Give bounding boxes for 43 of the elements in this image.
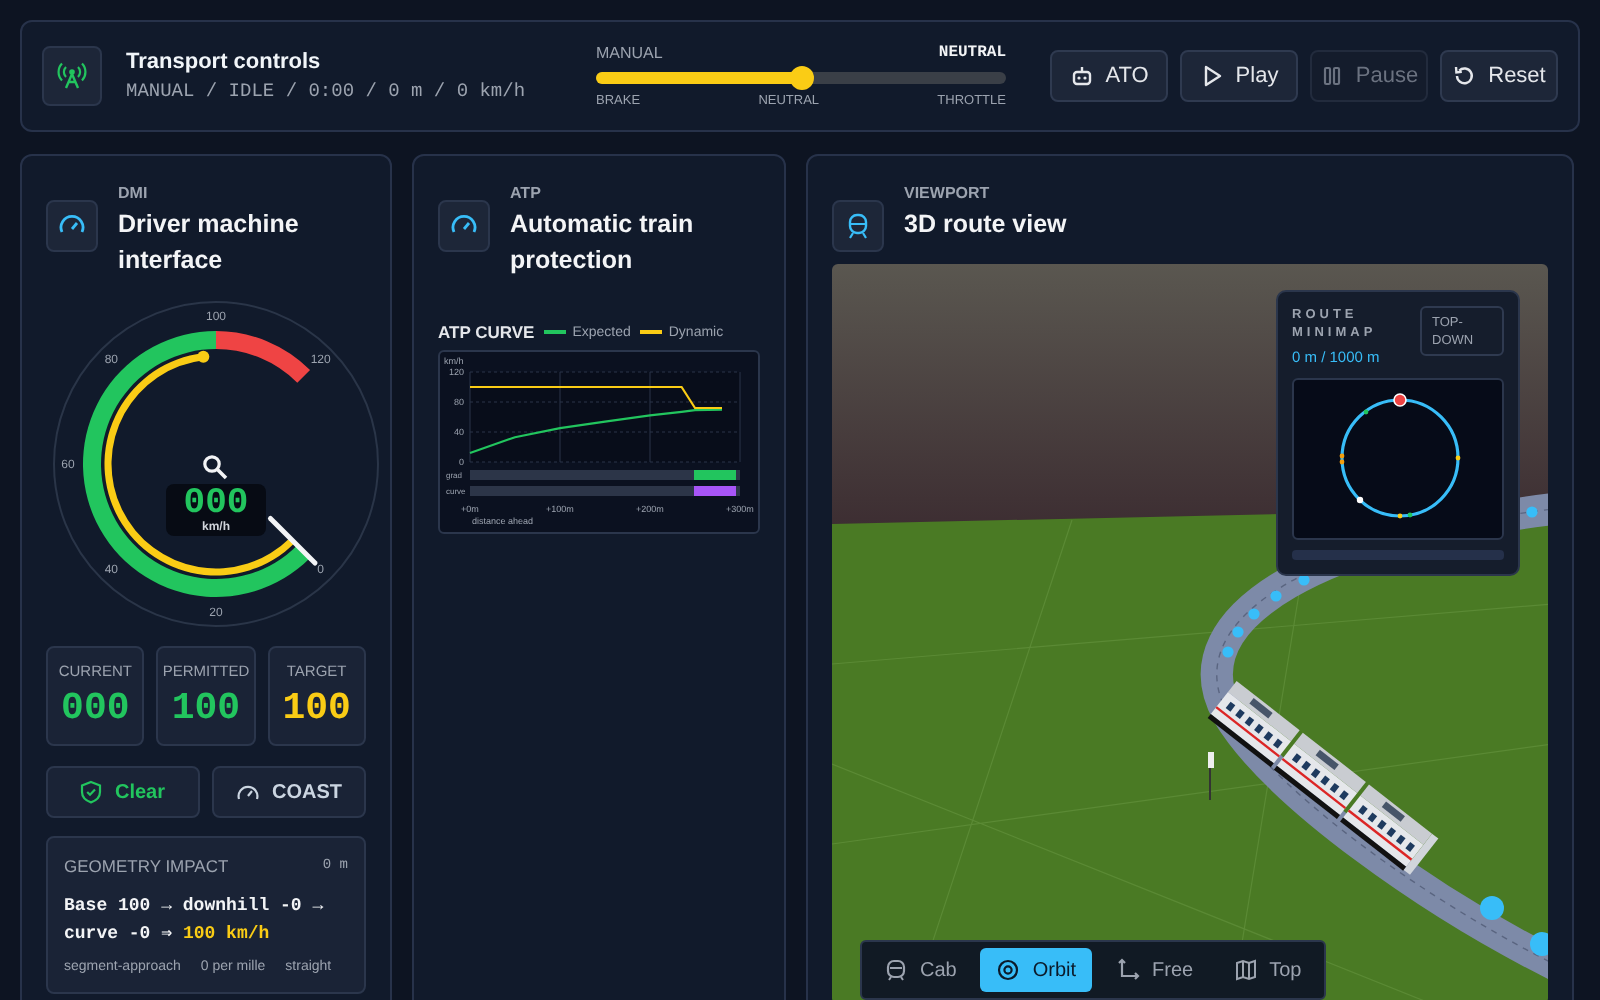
play-button[interactable]: Play <box>1180 50 1298 102</box>
tile-value: 100 <box>282 686 351 730</box>
camera-tab[interactable]: Free <box>1100 948 1210 992</box>
train-front-icon <box>884 958 908 982</box>
antenna-icon <box>42 46 102 106</box>
reset-icon <box>1452 64 1477 88</box>
overspeed-arc <box>216 331 311 383</box>
panel-title: 3D route view <box>904 208 1067 242</box>
play-icon <box>1199 64 1224 88</box>
panel-eyebrow: VIEWPORT <box>904 184 992 202</box>
train-front-icon <box>844 212 872 240</box>
chart-title: ATP CURVE <box>438 322 535 342</box>
speed-needle <box>267 515 318 566</box>
panel-title: Driver machine interface <box>118 208 301 278</box>
mode-label: MANUAL <box>596 44 663 62</box>
magnifier-icon <box>202 454 228 480</box>
ato-button[interactable]: ATO <box>1050 50 1168 102</box>
panel-eyebrow: DMI <box>118 184 150 202</box>
map-icon <box>1233 958 1258 982</box>
camera-tab[interactable]: Orbit <box>980 948 1093 992</box>
card-title: GEOMETRY IMPACT <box>64 856 229 876</box>
gauge-icon <box>236 782 260 802</box>
camera-tab[interactable]: Top <box>1217 948 1318 992</box>
lever-state: NEUTRAL <box>938 44 1006 62</box>
transport-status: MANUAL / IDLE / 0:00 / 0 m / 0 km/h <box>126 80 526 102</box>
status-indicator: Clear <box>46 766 200 818</box>
tile-value: 100 <box>171 686 241 730</box>
tile-value: 000 <box>61 686 130 730</box>
reset-button[interactable]: Reset <box>1440 50 1558 102</box>
camera-tab[interactable]: Cab <box>868 948 973 992</box>
slider-thumb[interactable] <box>789 66 813 90</box>
panel-title: Automatic train protection <box>510 208 696 278</box>
pause-icon <box>1319 64 1344 88</box>
impact-formula: Base 100 → downhill -0 → curve -0 ⇒ 100 km/h <box>64 894 326 948</box>
shield-icon <box>80 780 103 804</box>
drive-mode-indicator: COAST <box>212 766 366 818</box>
throttle-slider[interactable] <box>596 72 1006 84</box>
bar-title: Transport controls <box>126 50 323 74</box>
orbit-icon <box>996 958 1021 982</box>
robot-icon <box>1069 64 1094 88</box>
panel-eyebrow: ATP <box>510 184 543 202</box>
axes-icon <box>1116 958 1141 982</box>
speed-value: 000 <box>183 486 249 522</box>
